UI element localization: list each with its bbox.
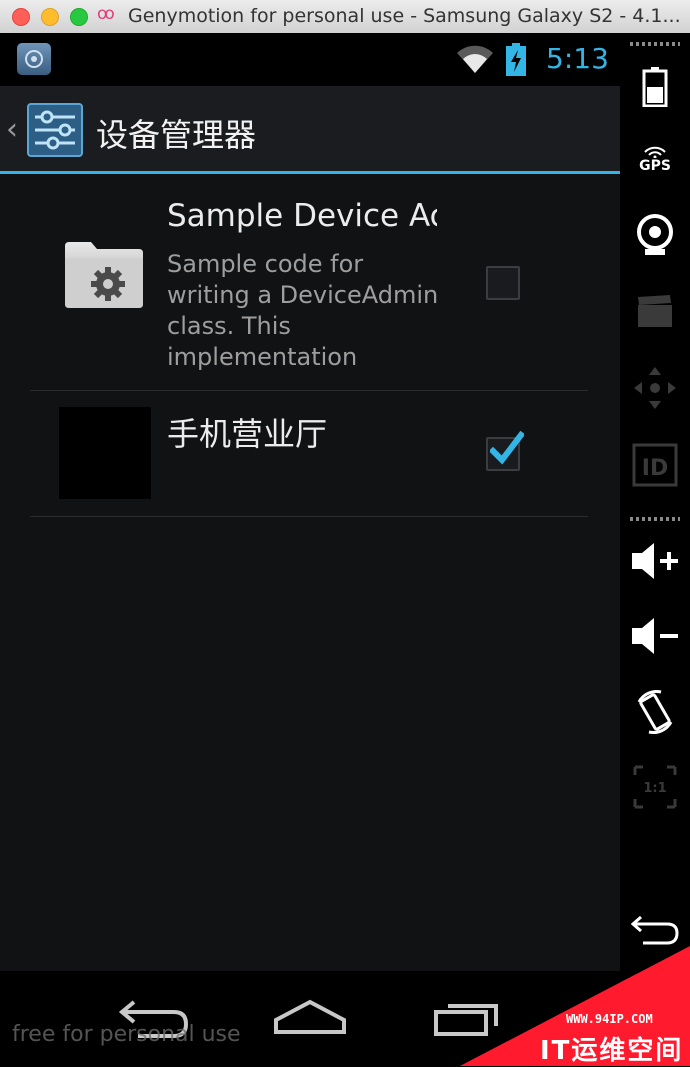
- id-label: ID: [642, 456, 668, 481]
- admin-checkbox[interactable]: [486, 266, 520, 300]
- badge-text: IT运维空间: [540, 1036, 684, 1066]
- capture-icon[interactable]: [620, 287, 690, 335]
- device-screen: 5:13 ‹ 设备管理器 Sample Device Ac Sample cod…: [0, 33, 620, 1066]
- close-window-button[interactable]: [12, 8, 30, 26]
- watermark-text: free for personal use: [12, 1022, 241, 1047]
- panel-grip: [630, 517, 680, 521]
- pixel-ratio-label: 1:1: [643, 781, 666, 796]
- id-icon[interactable]: ID: [620, 441, 690, 489]
- volume-up-icon[interactable]: [620, 536, 690, 586]
- checkmark-icon: [490, 430, 524, 465]
- camera-icon[interactable]: [620, 211, 690, 259]
- battery-charging-icon: [505, 43, 527, 81]
- up-caret-icon[interactable]: ‹: [6, 112, 18, 147]
- status-bar: 5:13: [0, 33, 620, 86]
- settings-sliders-icon[interactable]: [27, 103, 83, 157]
- folder-gear-icon: [63, 240, 145, 310]
- badge-url: WWW.94IP.COM: [566, 1012, 653, 1026]
- pixel-ratio-icon[interactable]: 1:1: [620, 761, 690, 813]
- genymotion-logo-icon: oo: [97, 4, 115, 24]
- admin-description: Sample code for writing a DeviceAdmin cl…: [167, 250, 439, 371]
- admin-title: Sample Device Ac: [167, 198, 437, 234]
- app-icon: [17, 43, 51, 75]
- gps-label: GPS: [639, 158, 671, 174]
- window-title: Genymotion for personal use - Samsung Ga…: [128, 5, 681, 27]
- wifi-icon: [455, 43, 495, 79]
- status-clock: 5:13: [546, 42, 609, 75]
- battery-icon[interactable]: [620, 63, 690, 111]
- minimize-window-button[interactable]: [41, 8, 59, 26]
- action-bar: ‹ 设备管理器: [0, 86, 620, 172]
- panel-grip: [630, 42, 680, 46]
- admin-title: 手机营业厅: [167, 415, 328, 453]
- list-divider: [30, 516, 588, 517]
- admin-checkbox-checked[interactable]: [486, 430, 524, 471]
- page-title: 设备管理器: [96, 116, 257, 154]
- genymotion-side-panel: GPS ID 1:1: [620, 33, 690, 1066]
- device-admin-item[interactable]: 手机营业厅: [30, 391, 588, 516]
- dpad-icon[interactable]: [620, 363, 690, 413]
- black-app-icon: [59, 407, 151, 499]
- rotate-icon[interactable]: [620, 686, 690, 738]
- volume-down-icon[interactable]: [620, 611, 690, 661]
- device-admin-item[interactable]: Sample Device Ac Sample code for writing…: [30, 174, 588, 391]
- gps-icon[interactable]: GPS: [620, 136, 690, 184]
- maximize-window-button[interactable]: [70, 8, 88, 26]
- window-titlebar: oo Genymotion for personal use - Samsung…: [0, 0, 690, 34]
- home-icon[interactable]: [272, 996, 348, 1046]
